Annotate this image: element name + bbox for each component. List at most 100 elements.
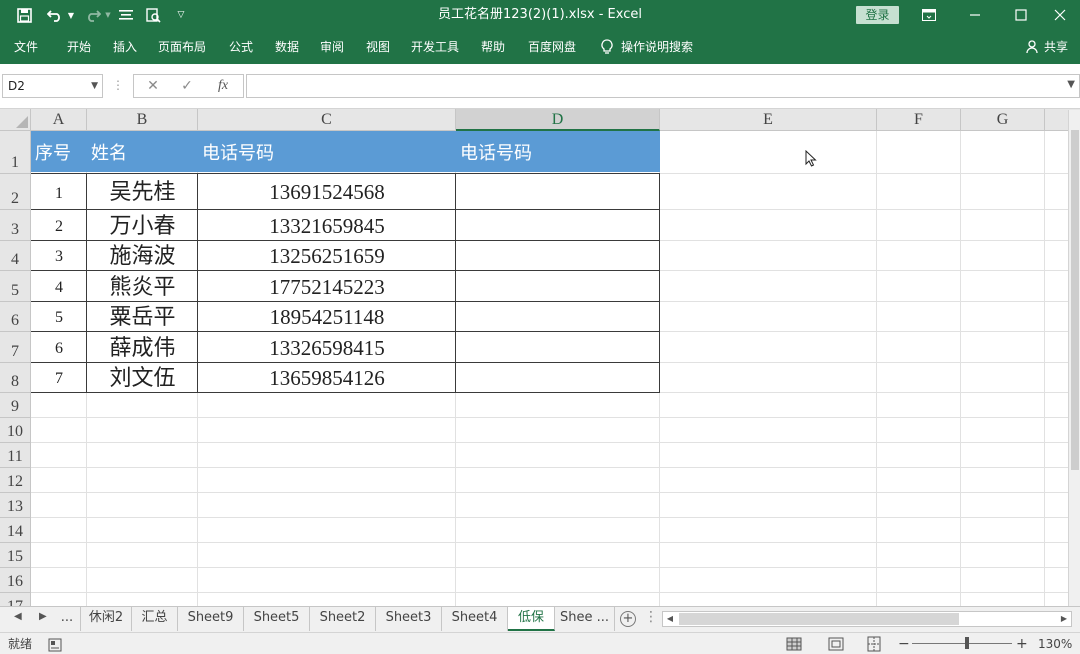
tab-insert[interactable]: 插入 [113, 30, 137, 64]
cell-c5[interactable]: 17752145223 [198, 271, 456, 302]
cell-b2[interactable]: 吴先桂 [87, 174, 198, 210]
column-header-a[interactable]: A [31, 109, 87, 131]
row-header-16[interactable]: 16 [0, 568, 31, 593]
cell-d3[interactable] [456, 210, 660, 241]
ribbon-display-icon[interactable] [906, 0, 952, 30]
tab-formulas[interactable]: 公式 [229, 30, 253, 64]
minimize-icon[interactable] [952, 0, 998, 30]
cell-d6[interactable] [456, 302, 660, 332]
cell-a5[interactable]: 4 [31, 271, 87, 302]
worksheet-grid[interactable]: A B C D E F G 1 2 3 4 5 6 7 8 9 10 11 12… [0, 109, 1080, 606]
vertical-scroll-thumb[interactable] [1071, 130, 1079, 470]
row-header-8[interactable]: 8 [0, 363, 31, 393]
tab-home[interactable]: 开始 [67, 30, 91, 64]
sheet-tab-overflow-left[interactable]: ... [56, 607, 78, 631]
print-preview-icon[interactable] [143, 0, 163, 30]
cell-d1[interactable]: 电话号码 [456, 131, 660, 172]
row-header-10[interactable]: 10 [0, 418, 31, 443]
column-header-c[interactable]: C [198, 109, 456, 131]
undo-icon[interactable] [44, 0, 66, 30]
row-header-6[interactable]: 6 [0, 302, 31, 332]
sheet-next-icon[interactable]: ▶ [39, 611, 47, 622]
row-header-2[interactable]: 2 [0, 174, 31, 210]
formula-bar-grip-icon[interactable]: ⋮ [112, 78, 124, 92]
page-layout-view-icon[interactable] [828, 636, 844, 652]
row-header-5[interactable]: 5 [0, 271, 31, 302]
undo-dropdown-icon[interactable]: ▼ [66, 0, 76, 30]
zoom-level[interactable]: 130% [1038, 633, 1072, 654]
login-button[interactable]: 登录 [856, 6, 899, 24]
scroll-left-icon[interactable]: ◀ [663, 612, 677, 626]
cell-b7[interactable]: 薛成伟 [87, 332, 198, 363]
save-icon[interactable] [12, 0, 36, 30]
row-header-17[interactable]: 17 [0, 593, 31, 606]
tab-help[interactable]: 帮助 [481, 30, 505, 64]
horizontal-scrollbar[interactable]: ◀ ▶ [662, 611, 1072, 627]
name-box[interactable]: D2 ▼ [2, 74, 103, 98]
redo-dropdown-icon[interactable]: ▼ [104, 0, 112, 30]
row-header-3[interactable]: 3 [0, 210, 31, 241]
cell-b4[interactable]: 施海波 [87, 241, 198, 271]
sheet-tab-sheet5[interactable]: Sheet5 [244, 607, 310, 631]
sheet-prev-icon[interactable]: ◀ [14, 611, 22, 622]
row-header-4[interactable]: 4 [0, 241, 31, 271]
zoom-in-button[interactable]: + [1016, 633, 1028, 654]
row-header-1[interactable]: 1 [0, 131, 31, 174]
cell-d2[interactable] [456, 174, 660, 210]
sheet-tab-xiuxian2[interactable]: 休闲2 [80, 607, 132, 631]
maximize-icon[interactable] [998, 0, 1044, 30]
cell-d4[interactable] [456, 241, 660, 271]
sheet-tab-sheet3[interactable]: Sheet3 [376, 607, 442, 631]
column-header-d[interactable]: D [456, 109, 660, 131]
column-header-b[interactable]: B [87, 109, 198, 131]
normal-view-icon[interactable] [786, 636, 802, 652]
cell-d5[interactable] [456, 271, 660, 302]
cancel-entry-icon[interactable]: ✕ [138, 75, 168, 97]
tab-data[interactable]: 数据 [275, 30, 299, 64]
zoom-slider-thumb[interactable] [965, 637, 969, 649]
column-header-f[interactable]: F [877, 109, 961, 131]
formula-input[interactable]: ▼ [246, 74, 1080, 98]
cell-b1[interactable]: 姓名 [87, 131, 198, 172]
cell-a1[interactable]: 序号 [31, 131, 87, 172]
redo-icon[interactable] [82, 0, 104, 30]
zoom-out-button[interactable]: − [898, 633, 910, 654]
select-all-corner[interactable] [0, 109, 31, 131]
tab-view[interactable]: 视图 [366, 30, 390, 64]
cell-a4[interactable]: 3 [31, 241, 87, 271]
row-header-12[interactable]: 12 [0, 468, 31, 493]
row-header-11[interactable]: 11 [0, 443, 31, 468]
tab-developer[interactable]: 开发工具 [411, 30, 459, 64]
sheet-tab-sheet9[interactable]: Sheet9 [178, 607, 244, 631]
cell-c3[interactable]: 13321659845 [198, 210, 456, 241]
zoom-slider-track[interactable] [912, 643, 1012, 644]
cell-b5[interactable]: 熊炎平 [87, 271, 198, 302]
sheet-tab-sheet4[interactable]: Sheet4 [442, 607, 508, 631]
tab-split-handle-icon[interactable]: ⋮ [644, 609, 658, 625]
tab-page-layout[interactable]: 页面布局 [158, 30, 206, 64]
enter-entry-icon[interactable]: ✓ [172, 75, 202, 97]
sheet-tab-sheet2[interactable]: Sheet2 [310, 607, 376, 631]
tab-file[interactable]: 文件 [14, 30, 38, 64]
cell-d8[interactable] [456, 363, 660, 393]
row-header-7[interactable]: 7 [0, 332, 31, 363]
cell-c6[interactable]: 18954251148 [198, 302, 456, 332]
close-icon[interactable] [1040, 0, 1080, 30]
column-header-e[interactable]: E [660, 109, 877, 131]
row-header-9[interactable]: 9 [0, 393, 31, 418]
expand-formula-bar-icon[interactable]: ▼ [1067, 79, 1075, 90]
sheet-tab-huizong[interactable]: 汇总 [132, 607, 178, 631]
tab-review[interactable]: 审阅 [320, 30, 344, 64]
sheet-tab-overflow-right[interactable]: Shee ... [555, 607, 615, 631]
name-box-dropdown-icon[interactable]: ▼ [91, 75, 98, 97]
insert-function-icon[interactable]: fx [208, 75, 238, 97]
cell-c4[interactable]: 13256251659 [198, 241, 456, 271]
cell-b3[interactable]: 万小春 [87, 210, 198, 241]
customize-qat-icon[interactable]: ▽ [174, 0, 188, 30]
horizontal-scroll-thumb[interactable] [679, 613, 959, 625]
column-header-g[interactable]: G [961, 109, 1045, 131]
page-break-view-icon[interactable] [866, 636, 882, 652]
touch-mode-icon[interactable] [116, 0, 136, 30]
cell-a3[interactable]: 2 [31, 210, 87, 241]
cell-a8[interactable]: 7 [31, 363, 87, 393]
